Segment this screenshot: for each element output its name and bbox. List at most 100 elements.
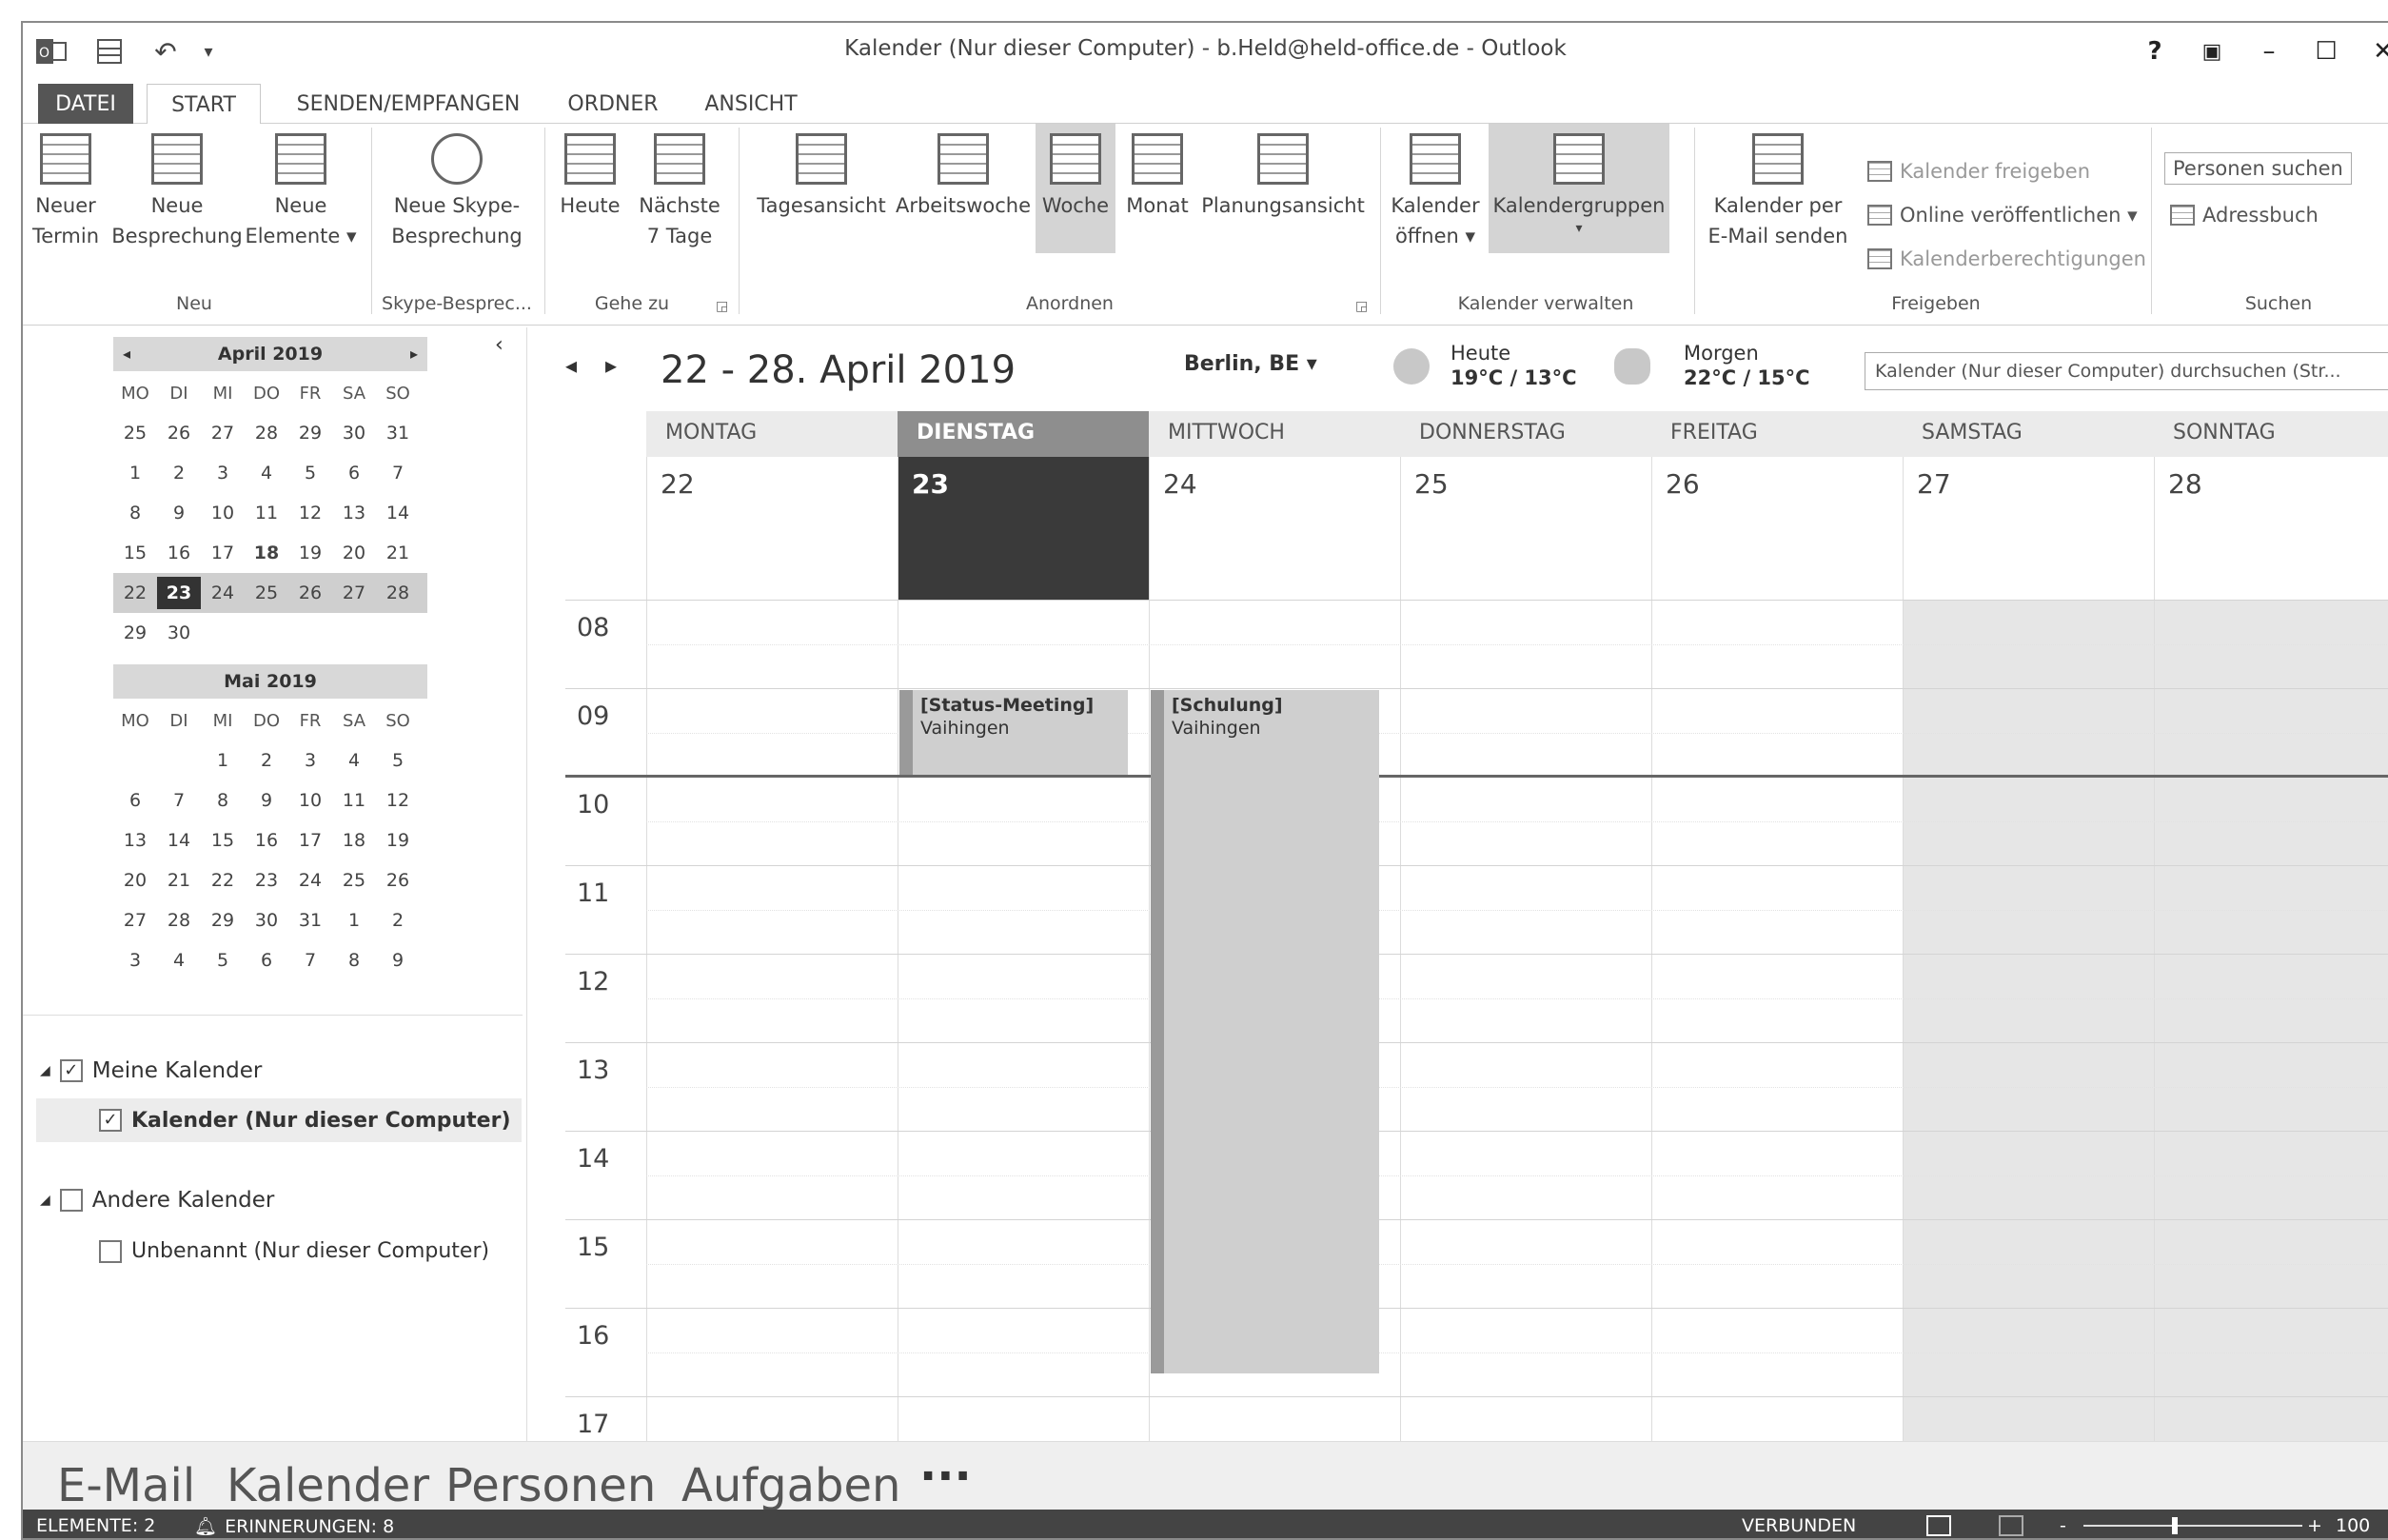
day-number[interactable]: 22: [646, 457, 898, 600]
minical-day[interactable]: 12: [288, 503, 332, 523]
minical-day[interactable]: 5: [288, 463, 332, 484]
day-header[interactable]: DONNERSTAG: [1400, 411, 1651, 457]
event-status-meeting[interactable]: [Status-Meeting] Vaihingen: [899, 690, 1128, 775]
nav-email[interactable]: E-Mail: [57, 1459, 195, 1512]
dialog-launcher-icon[interactable]: ◲: [1355, 299, 1368, 314]
tab-ansicht[interactable]: ANSICHT: [689, 84, 813, 124]
minical-day[interactable]: 28: [157, 910, 201, 931]
week-view-button[interactable]: Woche: [1036, 124, 1115, 253]
day-number[interactable]: 23: [898, 457, 1149, 600]
minical-day[interactable]: 21: [376, 543, 420, 563]
day-number[interactable]: 27: [1903, 457, 2154, 600]
minical-day[interactable]: 4: [332, 750, 376, 771]
minical-day[interactable]: 16: [157, 543, 201, 563]
day-number[interactable]: 26: [1651, 457, 1903, 600]
dialog-launcher-icon[interactable]: ◲: [716, 299, 728, 314]
day-number[interactable]: 24: [1149, 457, 1400, 600]
minical-day[interactable]: 31: [376, 423, 420, 444]
close-button[interactable]: ✕: [2355, 30, 2388, 72]
day-header[interactable]: FREITAG: [1651, 411, 1903, 457]
day-header[interactable]: SAMSTAG: [1903, 411, 2154, 457]
minical-day[interactable]: 26: [157, 423, 201, 444]
tab-senden-empfangen[interactable]: SENDEN/EMPFANGEN: [280, 84, 537, 124]
zoom-out-button[interactable]: -: [2060, 1515, 2066, 1536]
minical-day[interactable]: 14: [376, 503, 420, 523]
help-button[interactable]: ?: [2126, 30, 2183, 72]
minical-day[interactable]: 18: [245, 543, 288, 563]
minical-day[interactable]: 6: [332, 463, 376, 484]
minical-day[interactable]: 21: [157, 870, 201, 891]
day-header[interactable]: MONTAG: [646, 411, 898, 457]
calendar-permissions-button[interactable]: Kalenderberechtigungen: [1867, 247, 2146, 270]
checkbox-checked[interactable]: ✓: [99, 1109, 122, 1132]
minical-day[interactable]: 24: [201, 582, 245, 603]
day-number[interactable]: 25: [1400, 457, 1651, 600]
email-calendar-button[interactable]: Kalender per E-Mail senden: [1702, 124, 1854, 251]
day-header[interactable]: MITTWOCH: [1149, 411, 1400, 457]
minical-day[interactable]: 4: [245, 463, 288, 484]
open-calendar-button[interactable]: Kalender öffnen ▾: [1388, 124, 1483, 251]
event-schulung[interactable]: [Schulung] Vaihingen: [1151, 690, 1379, 1373]
minical-day[interactable]: 6: [113, 790, 157, 811]
minical-day[interactable]: 28: [376, 582, 420, 603]
minical-day[interactable]: 22: [113, 582, 157, 603]
reminders-status[interactable]: 🔔︎ ERINNERUNGEN: 8: [194, 1515, 394, 1538]
minical-day[interactable]: 31: [288, 910, 332, 931]
minical-day[interactable]: 25: [245, 582, 288, 603]
minical-day[interactable]: 17: [201, 543, 245, 563]
address-book-button[interactable]: Adressbuch: [2170, 204, 2319, 227]
nav-kalender[interactable]: Kalender: [227, 1459, 429, 1512]
checkbox-unchecked[interactable]: [59, 1189, 83, 1212]
zoom-in-button[interactable]: +: [2307, 1515, 2322, 1536]
tab-ordner[interactable]: ORDNER: [556, 84, 670, 124]
zoom-slider[interactable]: [2083, 1525, 2302, 1527]
checkbox-checked[interactable]: ✓: [59, 1059, 83, 1082]
minical-day[interactable]: 22: [201, 870, 245, 891]
next-month-icon[interactable]: ▸: [410, 345, 418, 363]
minical-day[interactable]: 15: [113, 543, 157, 563]
minical-day[interactable]: 2: [157, 463, 201, 484]
minical-day[interactable]: 2: [376, 910, 420, 931]
day-header[interactable]: SONNTAG: [2154, 411, 2388, 457]
schedule-view-button[interactable]: Planungsansicht: [1199, 124, 1367, 221]
prev-week-icon[interactable]: ◂: [565, 352, 577, 379]
calendar-groups-button[interactable]: Kalendergruppen ▾: [1489, 124, 1669, 253]
folder-item-kalender[interactable]: ✓ Kalender (Nur dieser Computer): [36, 1098, 522, 1142]
new-skype-meeting-button[interactable]: Neue Skype- Besprechung: [381, 124, 533, 251]
minical-day[interactable]: 3: [201, 463, 245, 484]
new-items-button[interactable]: Neue Elemente ▾: [244, 124, 358, 251]
minical-day[interactable]: 13: [332, 503, 376, 523]
minical-day[interactable]: 13: [113, 830, 157, 851]
work-week-button[interactable]: Arbeitswoche: [893, 124, 1034, 221]
nav-personen[interactable]: Personen: [445, 1459, 656, 1512]
folder-group-meine-kalender[interactable]: ◢ ✓ Meine Kalender: [40, 1058, 262, 1083]
normal-view-icon[interactable]: [1926, 1515, 1951, 1536]
minical-day[interactable]: 12: [376, 790, 420, 811]
minical-day[interactable]: 23: [157, 577, 201, 609]
minical-day[interactable]: 29: [113, 622, 157, 643]
minical-day[interactable]: 9: [376, 950, 420, 971]
publish-online-button[interactable]: Online veröffentlichen ▾: [1867, 204, 2138, 227]
minical-day[interactable]: 8: [332, 950, 376, 971]
minical-day[interactable]: 11: [245, 503, 288, 523]
minical-day[interactable]: 1: [201, 750, 245, 771]
minical-day[interactable]: 30: [332, 423, 376, 444]
prev-month-icon[interactable]: ◂: [123, 345, 130, 363]
minical-day[interactable]: 15: [201, 830, 245, 851]
minical-day[interactable]: 23: [245, 870, 288, 891]
minical-day[interactable]: 7: [157, 790, 201, 811]
minical-day[interactable]: 30: [157, 622, 201, 643]
minical-day[interactable]: 25: [332, 870, 376, 891]
month-view-button[interactable]: Monat: [1117, 124, 1197, 221]
minical-day[interactable]: 27: [332, 582, 376, 603]
tab-datei[interactable]: DATEI: [38, 84, 133, 124]
minical-day[interactable]: 10: [201, 503, 245, 523]
minical-day[interactable]: 3: [288, 750, 332, 771]
nav-aufgaben[interactable]: Aufgaben: [681, 1459, 900, 1512]
next-7-days-button[interactable]: Nächste 7 Tage: [632, 124, 727, 251]
folder-group-andere-kalender[interactable]: ◢ Andere Kalender: [40, 1188, 274, 1213]
minical-day[interactable]: 7: [376, 463, 420, 484]
share-calendar-button[interactable]: Kalender freigeben: [1867, 160, 2090, 183]
minical-day[interactable]: 24: [288, 870, 332, 891]
minical-day[interactable]: 27: [113, 910, 157, 931]
